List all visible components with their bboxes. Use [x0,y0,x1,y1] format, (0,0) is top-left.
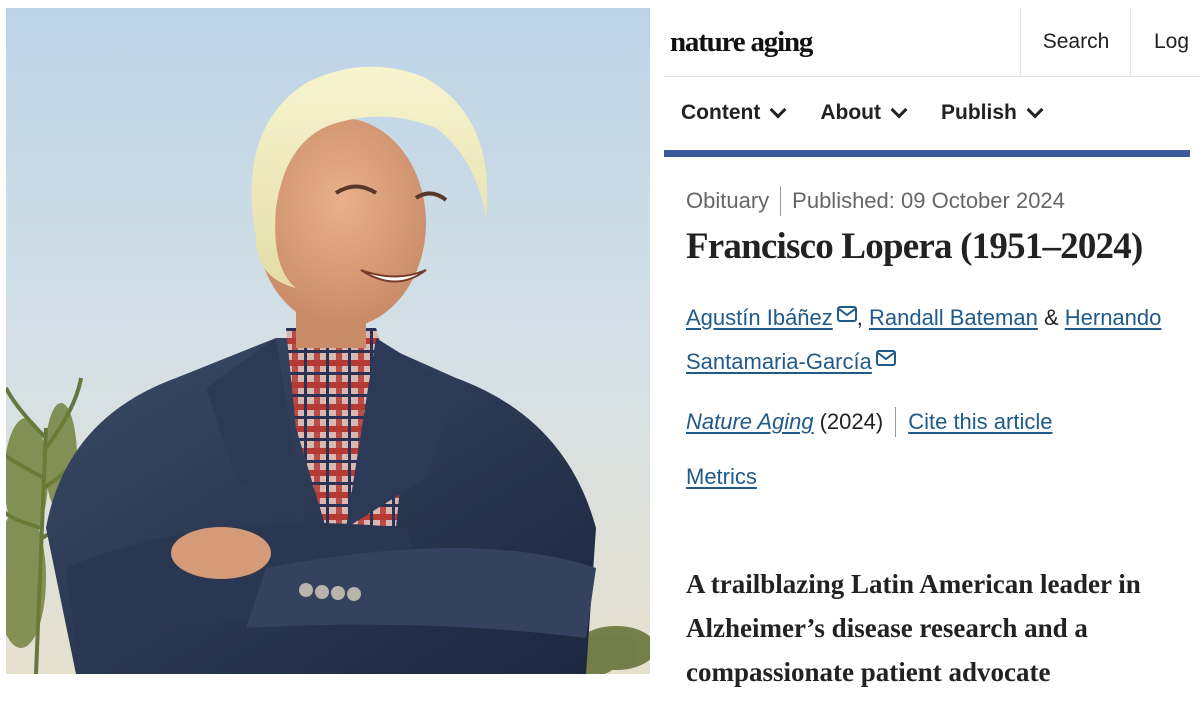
email-icon[interactable] [875,350,896,366]
chevron-down-icon [1026,101,1044,119]
metrics-link[interactable]: Metrics [686,464,757,489]
author-link[interactable]: Randall Bateman [869,305,1038,330]
author-separator: , [856,305,863,330]
main-nav: Content About Publish [664,90,1060,136]
meta-divider [895,407,897,437]
journal-link[interactable]: Nature Aging [686,409,814,435]
chevron-down-icon [890,101,908,119]
author-list: Agustín Ibáñez, Randall Bateman & Hernan… [686,296,1186,384]
journal-logo[interactable]: nature aging [670,26,813,59]
author-separator: & [1043,305,1059,330]
nav-about[interactable]: About [820,101,908,125]
nav-publish[interactable]: Publish [940,101,1044,125]
nav-content-label: Content [681,101,761,124]
email-icon[interactable] [836,306,857,322]
publication-year: (2024) [819,409,884,434]
citation-line: Nature Aging (2024) Cite this article [686,407,1052,437]
published-date: Published: 09 October 2024 [792,188,1065,213]
author-link[interactable]: Agustín Ibáñez [686,305,833,330]
nav-about-label: About [820,101,881,124]
accent-divider [664,150,1190,157]
site-header: nature aging Search Log [664,8,1200,77]
nav-publish-label: Publish [940,101,1017,124]
search-button[interactable]: Search [1020,8,1131,76]
article-meta: Obituary Published: 09 October 2024 [686,186,1065,216]
article-panel: nature aging Search Log Content About Pu… [664,0,1200,705]
login-button[interactable]: Log [1130,8,1200,76]
chevron-down-icon [769,101,787,119]
article-title: Francisco Lopera (1951–2024) [686,226,1143,267]
article-standfirst: A trailblazing Latin American leader in … [686,569,1141,687]
nav-content[interactable]: Content [681,101,787,125]
portrait-photo [6,8,650,674]
article-type: Obituary [686,188,770,213]
meta-divider [780,186,782,216]
cite-article-link[interactable]: Cite this article [908,409,1052,435]
metrics-link-wrap: Metrics [686,464,757,490]
